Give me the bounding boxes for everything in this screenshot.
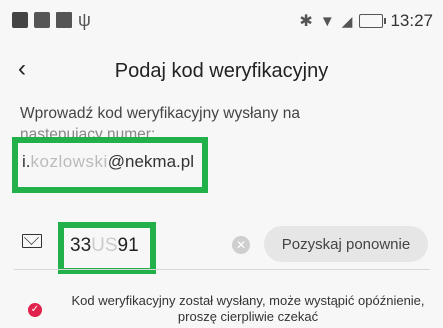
- code-end: 91: [117, 235, 139, 256]
- battery-icon: [359, 14, 387, 28]
- resend-code-button[interactable]: Pozyskaj ponownie: [264, 226, 428, 262]
- check-icon: ✓: [28, 303, 42, 317]
- email-masked: kozlowski: [30, 152, 108, 171]
- page-title: Podaj kod weryfikacyjny: [114, 60, 329, 82]
- notice: ✓ Kod weryfikacyjny został wysłany, może…: [0, 293, 443, 327]
- email-domain: @nekma.pl: [107, 152, 194, 171]
- description-line1: Wprowadź kod weryfikacyjny wysłany na: [20, 105, 300, 122]
- code-input-row: 33US91 ✕ Pozyskaj ponownie: [0, 222, 443, 274]
- code-start: 33: [70, 235, 92, 256]
- input-underline: [14, 269, 430, 270]
- header: ‹ Podaj kod weryfikacyjny: [0, 50, 443, 90]
- email-prefix: i.: [22, 152, 31, 171]
- square-icon: [56, 12, 72, 28]
- wifi-icon: ▼: [319, 12, 335, 30]
- email-address: i.kozlowski@nekma.pl: [22, 152, 194, 172]
- status-time: 13:27: [390, 11, 433, 30]
- image-icon: [12, 12, 28, 28]
- signal-icon: ◢: [341, 12, 353, 29]
- status-right-icons: ✱ ▼ ◢ 13:27: [299, 11, 433, 31]
- code-masked: US: [91, 235, 118, 256]
- notice-text: Kod weryfikacyjny został wysłany, może w…: [71, 293, 425, 324]
- status-bar: ψ ✱ ▼ ◢ 13:27: [0, 0, 443, 44]
- verification-code-input[interactable]: 33US91: [70, 235, 139, 257]
- status-left-icons: ψ: [12, 10, 91, 30]
- usb-icon: ψ: [78, 10, 91, 30]
- clear-icon[interactable]: ✕: [232, 236, 250, 254]
- envelope-icon: [22, 234, 42, 248]
- bluetooth-icon: ✱: [299, 13, 313, 30]
- gallery-icon: [34, 12, 50, 28]
